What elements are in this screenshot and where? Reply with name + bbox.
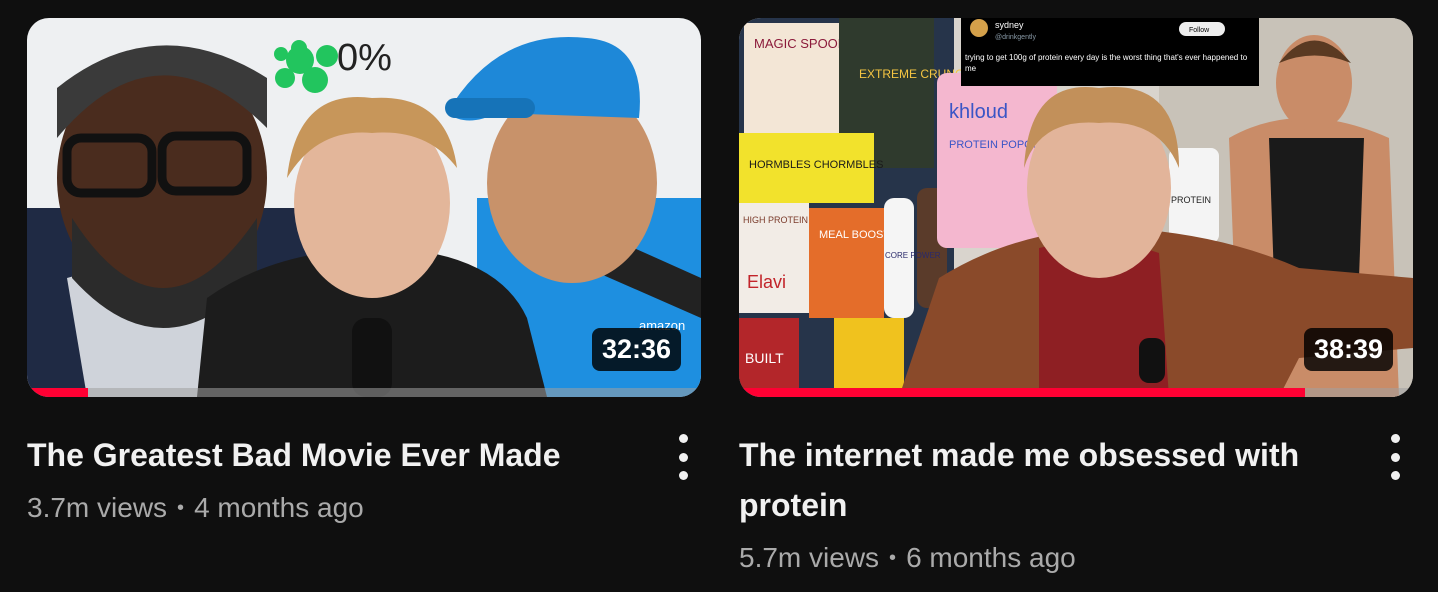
video-title[interactable]: The Greatest Bad Movie Ever Made: [27, 430, 641, 480]
more-options-icon[interactable]: [669, 434, 697, 480]
video-meta: The internet made me obsessed with prote…: [739, 430, 1413, 578]
svg-text:HORMBLES CHORMBLES: HORMBLES CHORMBLES: [749, 159, 883, 171]
svg-text:sydney: sydney: [995, 20, 1024, 30]
svg-text:Follow: Follow: [1189, 27, 1210, 34]
video-thumbnail[interactable]: 0% amazon 32:36: [27, 18, 701, 397]
watch-progress-fill: [739, 388, 1306, 397]
more-options-icon[interactable]: [1381, 434, 1409, 480]
video-duration: 38:39: [1303, 328, 1393, 371]
svg-text:0%: 0%: [337, 37, 392, 79]
svg-text:MAGIC SPOON: MAGIC SPOON: [754, 36, 847, 51]
svg-text:@drinkgently: @drinkgently: [995, 34, 1036, 41]
video-stats: 5.7m views • 6 months ago: [739, 538, 1353, 578]
svg-text:BUILT: BUILT: [745, 350, 784, 366]
video-duration: 32:36: [591, 328, 681, 371]
svg-text:Elavi: Elavi: [747, 272, 786, 292]
svg-text:PROTEIN: PROTEIN: [1171, 195, 1211, 205]
svg-text:CORE POWER: CORE POWER: [885, 251, 941, 260]
upload-age: 6 months ago: [906, 542, 1076, 573]
svg-text:khloud: khloud: [949, 101, 1008, 123]
video-stats: 3.7m views • 4 months ago: [27, 488, 641, 528]
upload-age: 4 months ago: [194, 492, 364, 523]
view-count: 5.7m views: [739, 542, 880, 573]
separator-dot: •: [177, 497, 185, 519]
video-meta: The Greatest Bad Movie Ever Made 3.7m vi…: [27, 430, 701, 528]
video-card[interactable]: MAGIC SPOON EXTREME CRUNCH HORMBLES CHOR…: [739, 18, 1413, 578]
separator-dot: •: [889, 547, 897, 569]
watch-progress-bar: [27, 388, 701, 397]
video-card[interactable]: 0% amazon 32:36 The Greatest Bad Movie E…: [27, 18, 701, 528]
watch-progress-bar: [739, 388, 1413, 397]
watch-progress-fill: [27, 388, 88, 397]
video-title[interactable]: The internet made me obsessed with prote…: [739, 430, 1353, 530]
view-count: 3.7m views: [27, 492, 168, 523]
svg-text:HIGH PROTEIN: HIGH PROTEIN: [743, 215, 808, 225]
video-thumbnail[interactable]: MAGIC SPOON EXTREME CRUNCH HORMBLES CHOR…: [739, 18, 1413, 397]
